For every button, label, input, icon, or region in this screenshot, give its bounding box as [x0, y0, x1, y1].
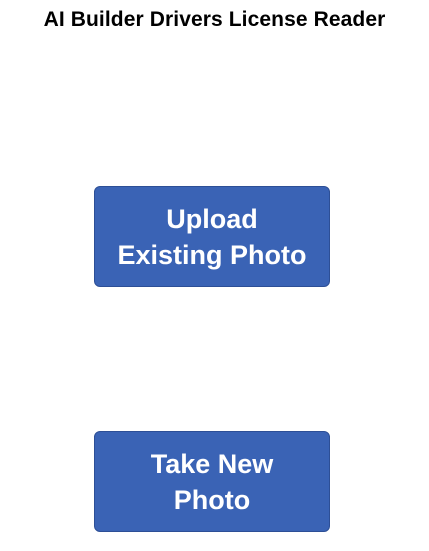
upload-existing-photo-button[interactable]: Upload Existing Photo: [94, 186, 330, 287]
take-new-photo-label: Take New Photo: [150, 448, 274, 515]
app-screen: AI Builder Drivers License Reader Upload…: [0, 0, 429, 551]
page-title: AI Builder Drivers License Reader: [43, 8, 386, 31]
upload-existing-photo-label: Upload Existing Photo: [117, 203, 307, 270]
take-new-photo-button[interactable]: Take New Photo: [94, 431, 330, 532]
